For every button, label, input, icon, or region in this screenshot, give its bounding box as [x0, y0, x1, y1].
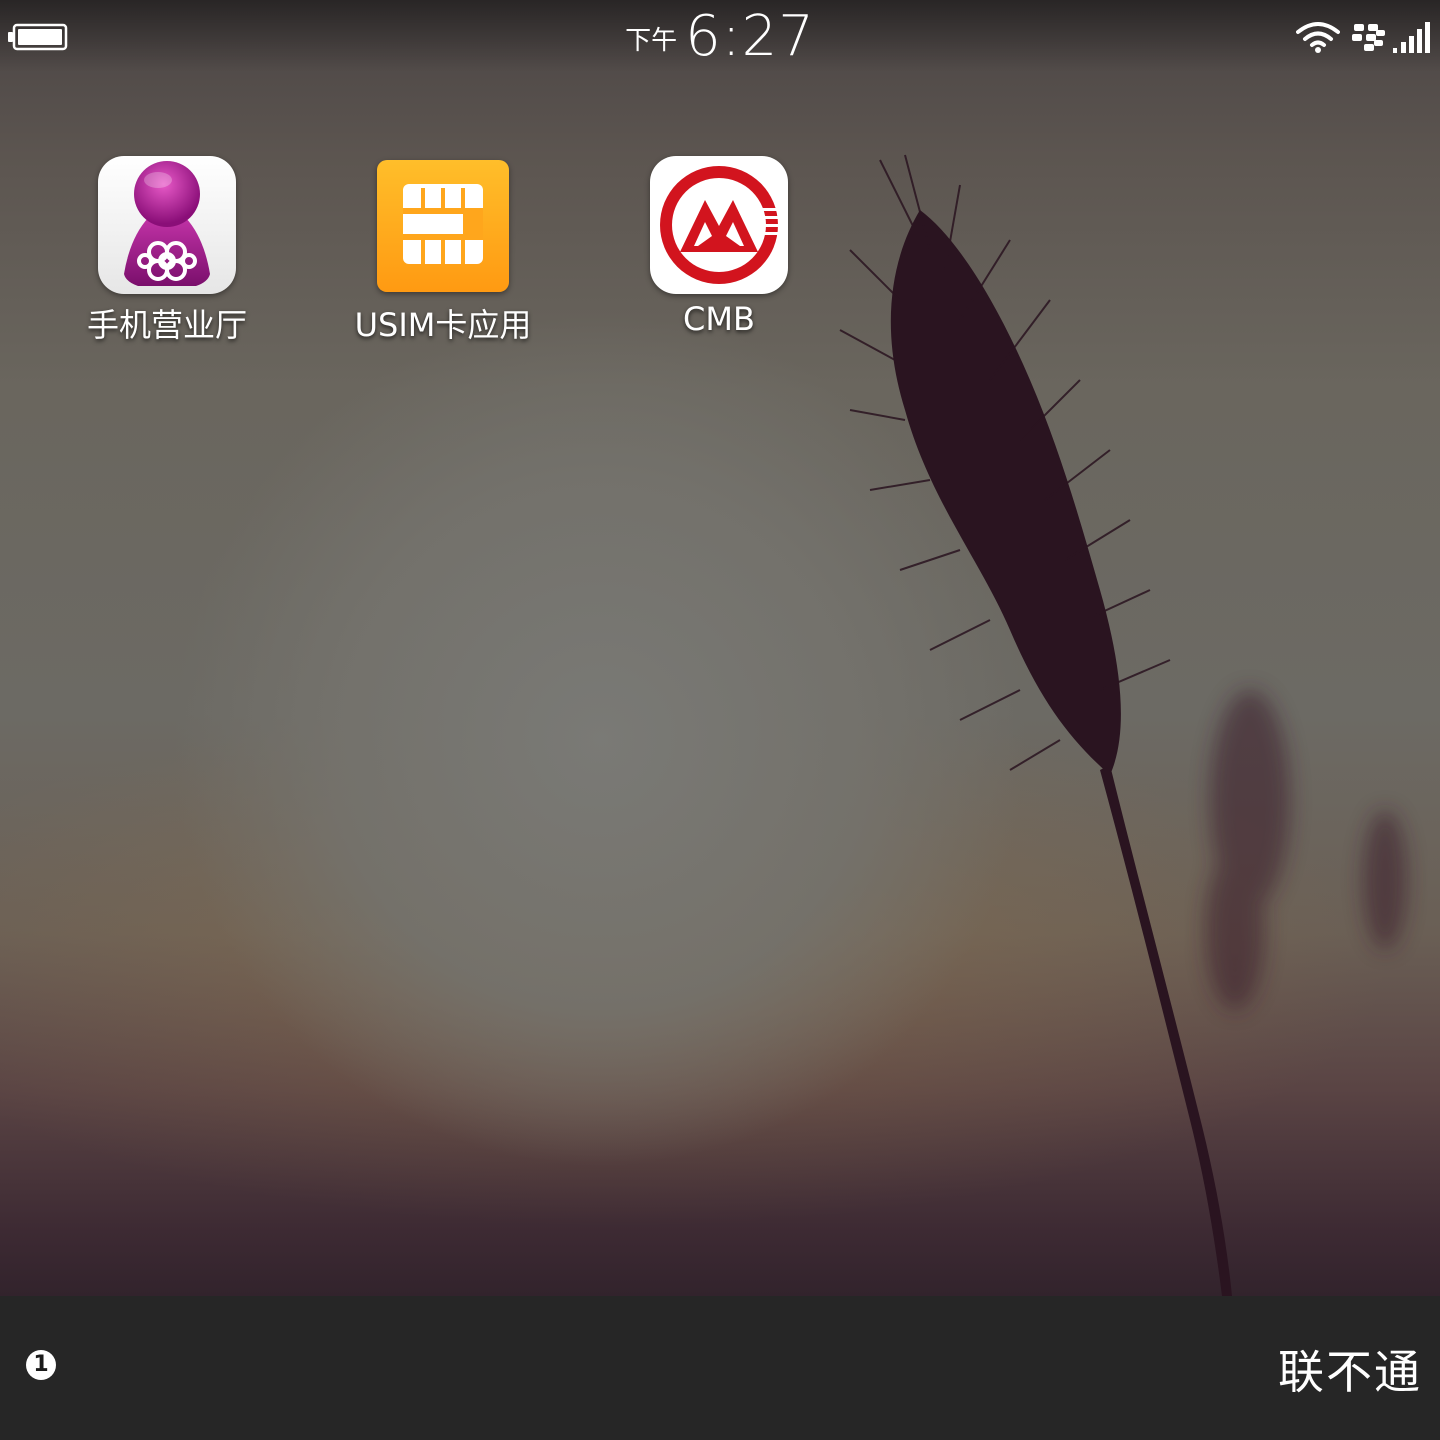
- cmb-icon[interactable]: [650, 156, 788, 294]
- sim-card-icon[interactable]: [377, 160, 509, 292]
- app-usim[interactable]: USIM卡应用: [323, 156, 563, 356]
- signal-icon: [1393, 22, 1430, 53]
- wifi-icon: [1296, 22, 1340, 53]
- app-label: USIM卡应用: [354, 306, 532, 344]
- notification-badge[interactable]: 1: [26, 1350, 56, 1380]
- app-unicom[interactable]: 手机营业厅: [47, 156, 287, 356]
- clock: 下午 6:27: [0, 4, 1440, 69]
- bottom-bar: [0, 1296, 1440, 1440]
- status-bar: 下午 6:27: [0, 0, 1440, 72]
- app-cmb[interactable]: CMB: [599, 156, 839, 356]
- app-label: CMB: [683, 300, 755, 338]
- bbm-icon: [1352, 24, 1385, 51]
- unicom-icon[interactable]: [98, 156, 236, 294]
- time-period: 下午: [625, 26, 678, 56]
- app-label: 手机营业厅: [86, 306, 247, 344]
- time-value: 6:27: [685, 4, 815, 69]
- carrier-name: 联不通: [1278, 1345, 1422, 1399]
